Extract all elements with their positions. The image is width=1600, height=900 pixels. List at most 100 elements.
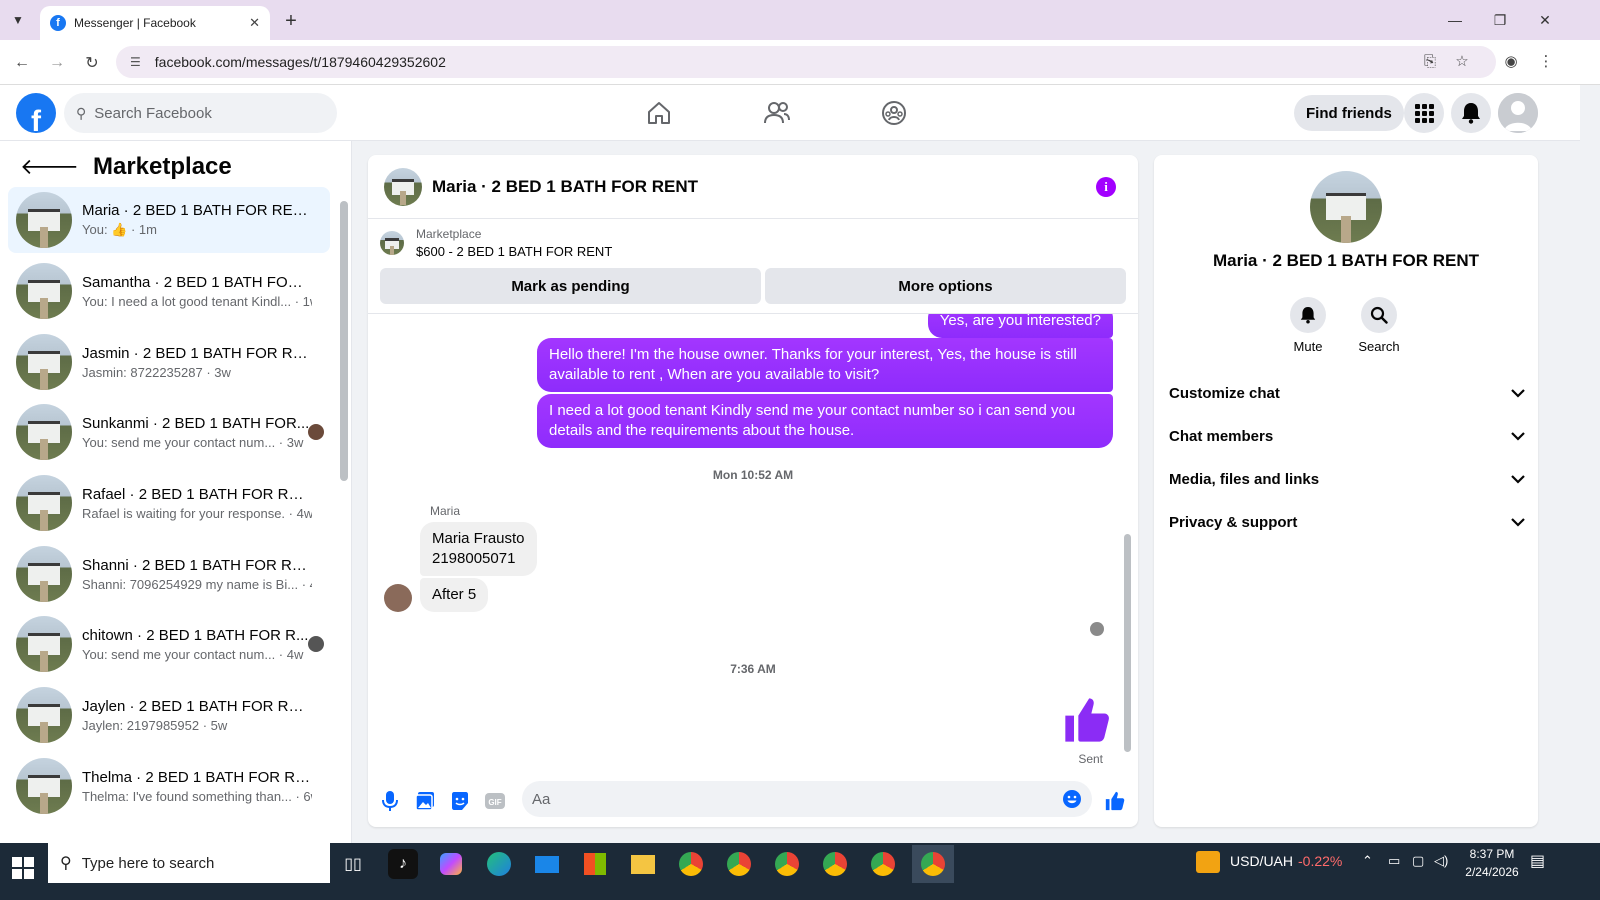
facebook-logo-icon[interactable]: f [16, 93, 56, 133]
restore-icon[interactable]: ❐ [1477, 0, 1523, 40]
store-icon[interactable] [580, 849, 610, 879]
emoji-icon[interactable] [1062, 789, 1082, 814]
windows-start-icon[interactable] [12, 857, 34, 879]
info-icon[interactable]: i [1096, 177, 1116, 197]
edge-icon[interactable] [484, 849, 514, 879]
conversation-item[interactable]: Shanni · 2 BED 1 BATH FOR RENT Shanni: 70… [8, 541, 330, 607]
conversation-item[interactable]: Rafael · 2 BED 1 BATH FOR RENT Rafael is … [8, 470, 330, 536]
gif-icon[interactable]: GIF [483, 789, 507, 813]
file-explorer-icon[interactable] [628, 849, 658, 879]
bell-icon [1290, 297, 1326, 333]
listing-summary[interactable]: Marketplace $600 - 2 BED 1 BATH FOR RENT [380, 227, 612, 259]
forward-arrow-icon[interactable]: → [43, 49, 71, 77]
chat-title[interactable]: Maria · 2 BED 1 BATH FOR RENT [432, 177, 698, 197]
microphone-icon[interactable] [378, 789, 402, 813]
chrome-menu-icon[interactable]: ⋮ [1534, 49, 1558, 73]
facebook-search-input[interactable] [94, 104, 315, 122]
conversation-item[interactable]: Jasmin · 2 BED 1 BATH FOR RENT Jasmin: 87… [8, 329, 330, 395]
tiktok-icon[interactable]: ♪ [388, 849, 418, 879]
reload-icon[interactable]: ↻ [78, 49, 106, 77]
sticker-icon[interactable] [448, 789, 472, 813]
conversation-item[interactable]: Thelma · 2 BED 1 BATH FOR RENT Thelma: I'… [8, 753, 330, 819]
new-tab-plus-icon[interactable]: + [278, 8, 304, 34]
profile-icon[interactable]: ◉ [1499, 49, 1523, 73]
chevron-down-icon [1511, 428, 1525, 445]
message-input[interactable] [532, 790, 1032, 808]
chrome-icon[interactable] [868, 849, 898, 879]
message-composer: GIF [368, 775, 1138, 827]
chat-members-row[interactable]: Chat members [1169, 416, 1525, 456]
outgoing-message: I need a lot good tenant Kindly send me … [537, 394, 1113, 448]
search-in-conversation-button[interactable]: Search [1349, 297, 1409, 354]
more-options-button[interactable]: More options [765, 268, 1126, 304]
house-thumbnail [16, 192, 72, 248]
address-bar[interactable]: ☰ facebook.com/messages/t/18794604293526… [116, 46, 1496, 78]
chat-scrollbar[interactable] [1124, 534, 1131, 752]
like-send-icon[interactable] [1103, 789, 1127, 813]
chat-avatar[interactable] [384, 167, 422, 206]
sidebar-scrollbar[interactable] [340, 201, 348, 481]
row-label: Privacy & support [1169, 513, 1298, 531]
mark-as-pending-button[interactable]: Mark as pending [380, 268, 761, 304]
site-info-icon[interactable]: ☰ [130, 55, 141, 69]
friends-icon[interactable] [759, 95, 795, 131]
media-files-links-row[interactable]: Media, files and links [1169, 459, 1525, 499]
ticker-change: -0.22% [1298, 853, 1343, 869]
message-input-wrapper[interactable] [522, 781, 1092, 817]
conversation-preview: Shanni: 7096254929 my name is Bi... · 4w [82, 576, 312, 592]
display-icon[interactable]: ▢ [1412, 853, 1424, 869]
network-icon[interactable]: ▭ [1388, 853, 1400, 869]
task-view-icon[interactable]: ▯▯ [338, 849, 368, 879]
menu-grid-icon[interactable] [1404, 93, 1444, 133]
notification-center-icon[interactable]: ▤ [1530, 851, 1545, 871]
chrome-icon[interactable] [724, 849, 754, 879]
account-avatar[interactable] [1498, 93, 1538, 133]
conversation-info-title: Maria · 2 BED 1 BATH FOR RENT [1212, 251, 1480, 270]
message-line: 2198005071 [432, 550, 516, 567]
find-friends-button[interactable]: Find friends [1294, 95, 1404, 131]
back-arrow-icon[interactable]: 🡐 [20, 154, 79, 180]
house-thumbnail [16, 475, 72, 531]
chrome-active-icon[interactable] [912, 845, 954, 883]
conversation-item[interactable]: Jaylen · 2 BED 1 BATH FOR RENT Jaylen: 21… [8, 682, 330, 748]
conversation-preview: You: 👍 · 1m [82, 222, 157, 237]
photo-icon[interactable] [413, 789, 437, 813]
mute-button[interactable]: Mute [1278, 297, 1338, 354]
tab-close-icon[interactable]: ✕ [249, 15, 260, 31]
conversation-name: chitown · 2 BED 1 BATH FOR R... [82, 626, 308, 644]
privacy-support-row[interactable]: Privacy & support [1169, 502, 1525, 542]
browser-tab[interactable]: f Messenger | Facebook ✕ [40, 6, 270, 40]
customize-chat-row[interactable]: Customize chat [1169, 373, 1525, 413]
window-close-icon[interactable]: ✕ [1522, 0, 1568, 40]
conversation-info-panel: Maria · 2 BED 1 BATH FOR RENT Mute Searc… [1154, 155, 1538, 827]
copilot-icon[interactable] [436, 849, 466, 879]
incoming-message: After 5 [420, 578, 489, 612]
bookmark-star-icon[interactable]: ☆ [1450, 49, 1474, 73]
chrome-icon[interactable] [772, 849, 802, 879]
sent-status: Sent [1078, 752, 1103, 766]
conversation-item[interactable]: Sunkanmi · 2 BED 1 BATH FOR... You: send … [8, 399, 330, 465]
chrome-icon[interactable] [820, 849, 850, 879]
sender-avatar[interactable] [384, 584, 412, 612]
groups-icon[interactable] [876, 95, 912, 131]
facebook-search[interactable]: ⚲ [64, 93, 337, 133]
taskbar-search[interactable]: ⚲ Type here to search [48, 843, 330, 883]
volume-icon[interactable]: ◁) [1434, 853, 1448, 869]
home-icon[interactable] [641, 95, 677, 131]
mail-icon[interactable] [532, 849, 562, 879]
back-arrow-icon[interactable]: ← [8, 49, 36, 77]
house-thumbnail [16, 616, 72, 672]
tray-chevron-up-icon[interactable]: ⌃ [1362, 853, 1373, 869]
minimize-icon[interactable]: — [1432, 0, 1478, 40]
conversation-avatar [1310, 171, 1382, 243]
clock[interactable]: 8:37 PM 2/24/2026 [1460, 847, 1524, 879]
install-app-icon[interactable]: ⎘ [1418, 49, 1442, 73]
conversation-item[interactable]: Samantha · 2 BED 1 BATH FOR R... You: I n… [8, 258, 330, 324]
mute-label: Mute [1293, 339, 1323, 354]
chrome-icon[interactable] [676, 849, 706, 879]
tab-list-chevron-icon[interactable]: ▼ [6, 8, 30, 32]
browser-toolbar: ← → ↻ ☰ facebook.com/messages/t/18794604… [0, 40, 1600, 85]
conversation-item[interactable]: chitown · 2 BED 1 BATH FOR R... You: send… [8, 611, 330, 677]
notifications-bell-icon[interactable] [1451, 93, 1491, 133]
conversation-item[interactable]: Maria · 2 BED 1 BATH FOR RENT You: 👍 · 1m [8, 187, 330, 253]
